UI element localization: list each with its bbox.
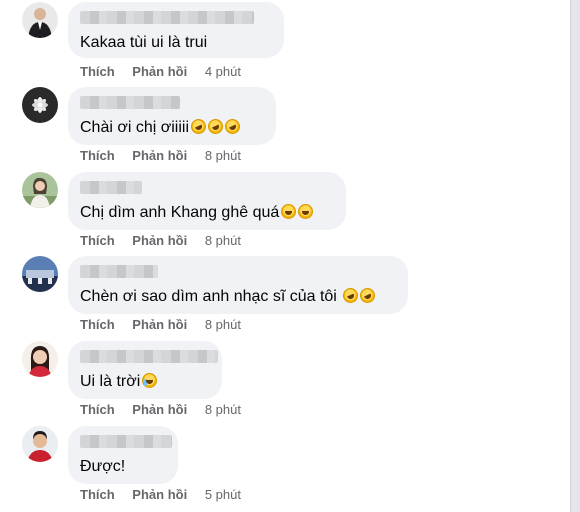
avatar-man-red-shirt-icon[interactable] [22,426,58,462]
comment-text-content: Ui là trời [80,373,141,390]
comment-text-content: Chèn ơi sao dìm anh nhạc sĩ của tôi [80,288,337,305]
loudly-crying-emoji-icon [142,373,158,388]
comment-actions: Thích Phản hồi 8 phút [80,317,241,332]
comment-bubble: Ui là trời [68,341,222,399]
reply-button[interactable]: Phản hồi [132,402,187,417]
comment-bubble: Chị dìm anh Khang ghê quá [68,172,346,230]
comment-text: Chèn ơi sao dìm anh nhạc sĩ của tôi [80,285,394,307]
rofl-emoji-icon [188,116,209,137]
comment-actions: Thích Phản hồi 8 phút [80,402,241,417]
rofl-emoji-icon [340,285,361,306]
grinning-sweat-emoji-icon [298,204,314,219]
commenter-name-blurred[interactable] [80,435,172,448]
like-button[interactable]: Thích [80,317,115,332]
reply-button[interactable]: Phản hồi [132,317,187,332]
comment-text-content: Chị dìm anh Khang ghê quá [80,204,280,221]
comment-text: Ui là trời [80,372,208,392]
scrollbar-track[interactable] [571,0,580,512]
comment-timestamp[interactable]: 4 phút [205,64,241,79]
rofl-emoji-icon [357,285,378,306]
comment-text: Chài ơi chị ơiiiii [80,116,262,138]
rofl-emoji-icon [222,116,243,137]
comment-actions: Thích Phản hồi 5 phút [80,487,241,502]
comment-actions: Thích Phản hồi 8 phút [80,233,241,248]
like-button[interactable]: Thích [80,148,115,163]
comment-text: Chị dìm anh Khang ghê quá [80,203,332,223]
comment-text: Được! [80,458,126,475]
rofl-emoji-icon [205,116,226,137]
comment-bubble: Được! [68,426,178,484]
grinning-sweat-emoji-icon [281,204,297,219]
avatar-woman-outdoor-icon[interactable] [22,172,58,208]
comment-timestamp[interactable]: 8 phút [205,317,241,332]
like-button[interactable]: Thích [80,233,115,248]
comment-actions: Thích Phản hồi 8 phút [80,148,241,163]
comment-bubble: Kakaa tùi ui là trui [68,2,284,58]
comment-actions: Thích Phản hồi 4 phút [80,64,241,79]
comment-bubble: Chài ơi chị ơiiiii [68,87,276,145]
commenter-name-blurred[interactable] [80,96,180,109]
reply-button[interactable]: Phản hồi [132,64,187,79]
commenter-name-blurred[interactable] [80,350,218,363]
comment-timestamp[interactable]: 5 phút [205,487,241,502]
like-button[interactable]: Thích [80,402,115,417]
avatar-woman-red-icon[interactable] [22,341,58,377]
comment-timestamp[interactable]: 8 phút [205,402,241,417]
commenter-name-blurred[interactable] [80,181,142,194]
comment-text: Kakaa tùi ui là trui [80,34,208,51]
like-button[interactable]: Thích [80,487,115,502]
comment-text-content: Chài ơi chị ơiiiii [80,119,190,136]
comment-timestamp[interactable]: 8 phút [205,233,241,248]
avatar-man-suit-icon[interactable] [22,2,58,38]
comment-timestamp[interactable]: 8 phút [205,148,241,163]
commenter-name-blurred[interactable] [80,265,158,278]
avatar-lotus-dark-icon[interactable] [22,87,58,123]
avatar-building-blue-icon[interactable] [22,256,58,292]
reply-button[interactable]: Phản hồi [132,148,187,163]
reply-button[interactable]: Phản hồi [132,233,187,248]
like-button[interactable]: Thích [80,64,115,79]
comment-bubble: Chèn ơi sao dìm anh nhạc sĩ của tôi [68,256,408,314]
commenter-name-blurred[interactable] [80,11,254,24]
reply-button[interactable]: Phản hồi [132,487,187,502]
